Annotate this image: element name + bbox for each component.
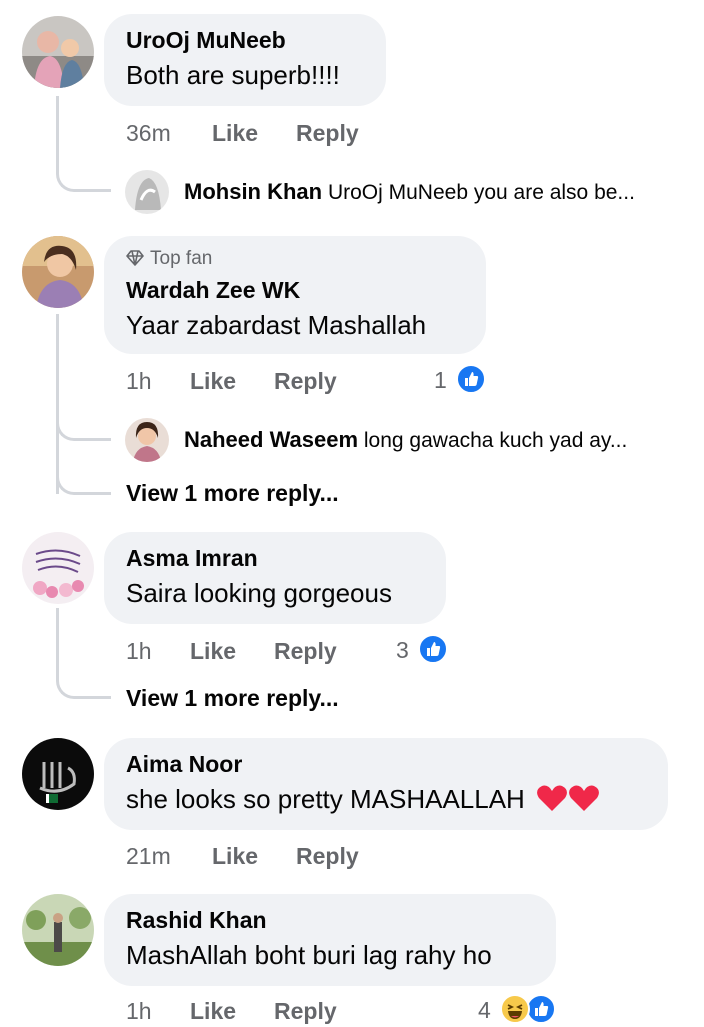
comment-author[interactable]: UroOj MuNeeb (126, 26, 364, 54)
haha-icon (500, 994, 530, 1024)
comment-bubble: Top fan Wardah Zee WK Yaar zabardast Mas… (104, 236, 486, 354)
comment-time[interactable]: 1h (126, 368, 152, 395)
comment-bubble: Rashid Khan MashAllah boht buri lag rahy… (104, 894, 556, 986)
avatar[interactable] (125, 418, 169, 462)
thread-line (56, 608, 111, 699)
reply-button[interactable]: Reply (274, 638, 337, 665)
comment-text: Both are superb!!!! (126, 60, 340, 90)
thread-line (56, 470, 111, 495)
reply-text: UroOj MuNeeb you are also be... (327, 181, 635, 204)
view-more-replies[interactable]: View 1 more reply... (126, 685, 339, 712)
comment-time[interactable]: 36m (126, 120, 171, 147)
heart-icon (568, 784, 600, 820)
reply-button[interactable]: Reply (296, 120, 359, 147)
comment-bubble: Aima Noor she looks so pretty MASHAALLAH (104, 738, 668, 830)
reply-preview[interactable]: Mohsin Khan UroOj MuNeeb you are also be… (184, 179, 635, 206)
badge-label: Top fan (150, 248, 213, 269)
reply-author[interactable]: Mohsin Khan (184, 179, 322, 204)
avatar[interactable] (22, 738, 94, 810)
comment-text-row: she looks so pretty MASHAALLAH (126, 782, 646, 820)
comment-author[interactable]: Rashid Khan (126, 906, 534, 934)
thread-line (56, 418, 111, 441)
like-button[interactable]: Like (212, 120, 258, 147)
like-button[interactable]: Like (190, 638, 236, 665)
reply-preview[interactable]: Naheed Waseem long gawacha kuch yad ay..… (184, 427, 627, 454)
comment-time[interactable]: 1h (126, 998, 152, 1025)
thread-line (56, 96, 111, 192)
comment-author[interactable]: Asma Imran (126, 544, 424, 572)
comment-author[interactable]: Wardah Zee WK (126, 276, 464, 304)
reaction-count[interactable]: 4 (478, 997, 491, 1024)
reply-button[interactable]: Reply (296, 843, 359, 870)
like-button[interactable]: Like (212, 843, 258, 870)
avatar[interactable] (22, 236, 94, 308)
heart-icon (536, 784, 568, 820)
avatar[interactable] (22, 16, 94, 88)
reaction-count[interactable]: 3 (396, 637, 409, 664)
reaction-count[interactable]: 1 (434, 367, 447, 394)
avatar[interactable] (22, 532, 94, 604)
comment-text: Yaar zabardast Mashallah (126, 310, 427, 340)
comment-author[interactable]: Aima Noor (126, 750, 646, 778)
like-button[interactable]: Like (190, 998, 236, 1025)
reply-author[interactable]: Naheed Waseem (184, 427, 358, 452)
comment-time[interactable]: 1h (126, 638, 152, 665)
avatar[interactable] (125, 170, 169, 214)
diamond-icon (126, 250, 144, 272)
comment-bubble: Asma Imran Saira looking gorgeous (104, 532, 446, 624)
like-icon (418, 634, 448, 664)
like-icon (526, 994, 556, 1024)
comment-text: MashAllah boht buri lag rahy ho (126, 940, 492, 970)
comment-text: she looks so pretty MASHAALLAH (126, 784, 525, 814)
like-button[interactable]: Like (190, 368, 236, 395)
avatar[interactable] (22, 894, 94, 966)
thread-line (56, 314, 62, 494)
reply-text: long gawacha kuch yad ay... (363, 429, 628, 452)
reply-button[interactable]: Reply (274, 998, 337, 1025)
comment-time[interactable]: 21m (126, 843, 171, 870)
comment-text: Saira looking gorgeous (126, 578, 392, 608)
view-more-replies[interactable]: View 1 more reply... (126, 480, 339, 507)
like-icon (456, 364, 486, 394)
top-fan-badge: Top fan (126, 248, 464, 272)
reply-button[interactable]: Reply (274, 368, 337, 395)
comment-bubble: UroOj MuNeeb Both are superb!!!! (104, 14, 386, 106)
